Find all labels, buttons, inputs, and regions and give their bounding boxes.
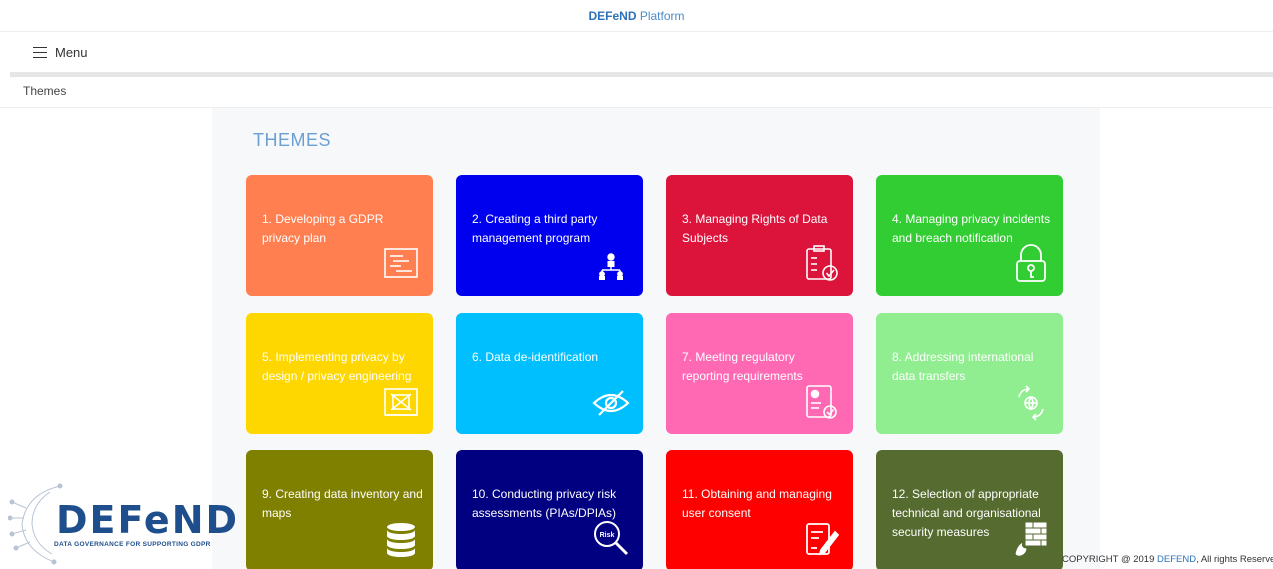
theme-tile-2[interactable]: 2. Creating a third party management pro… (456, 175, 643, 296)
theme-tile-8[interactable]: 8. Addressing international data transfe… (876, 313, 1063, 434)
copyright-suffix: , All rights Reserve (1196, 554, 1273, 565)
org-chart-icon (591, 243, 631, 283)
menu-label: Menu (55, 44, 88, 60)
hamburger-icon (33, 46, 47, 58)
firewall-icon (1011, 518, 1051, 558)
globe-transfer-icon (1011, 381, 1051, 421)
platform-title-bold: DEFeND (588, 9, 637, 23)
theme-tile-7[interactable]: 7. Meeting regulatory reporting requirem… (666, 313, 853, 434)
breadcrumb-current: Themes (23, 84, 67, 98)
theme-tile-9[interactable]: 9. Creating data inventory and maps (246, 450, 433, 569)
theme-tile-4[interactable]: 4. Managing privacy incidents and breach… (876, 175, 1063, 296)
breadcrumb: Themes (0, 77, 1273, 108)
logo-tagline: DATA GOVERNANCE FOR SUPPORTING GDPR (54, 541, 211, 548)
page-title: THEMES (253, 130, 332, 150)
plan-icon (381, 243, 421, 283)
copyright-footer: COPYRIGHT @ 2019 DEFEND, All rights Rese… (1062, 554, 1273, 565)
theme-tile-label: 6. Data de-identification (472, 350, 599, 364)
database-icon (381, 518, 421, 558)
theme-tile-10[interactable]: 10. Conducting privacy risk assessments … (456, 450, 643, 569)
padlock-icon (1011, 243, 1051, 283)
platform-title: DEFeND Platform (588, 9, 684, 23)
copyright-prefix: COPYRIGHT @ 2019 (1062, 554, 1157, 565)
theme-tile-12[interactable]: 12. Selection of appropriate technical a… (876, 450, 1063, 569)
platform-title-rest: Platform (636, 9, 685, 23)
footer-defend-link[interactable]: DEFEND (1157, 554, 1196, 565)
risk-icon-text: Risk (600, 532, 615, 539)
theme-tile-1[interactable]: 1. Developing a GDPR privacy plan (246, 175, 433, 296)
blueprint-icon (381, 381, 421, 421)
theme-tile-6[interactable]: 6. Data de-identification (456, 313, 643, 434)
consent-sign-icon (801, 518, 841, 558)
logo-wordmark: DEFeND (56, 498, 240, 542)
theme-tile-11[interactable]: 11. Obtaining and managing user consent (666, 450, 853, 569)
risk-magnifier-icon: Risk (591, 518, 631, 558)
theme-tile-3[interactable]: 3. Managing Rights of Data Subjects (666, 175, 853, 296)
menu-bar: Menu (0, 32, 1273, 72)
defend-logo: DEFeND DATA GOVERNANCE FOR SUPPORTING GD… (8, 478, 240, 568)
top-header: DEFeND Platform (0, 0, 1273, 32)
theme-tile-5[interactable]: 5. Implementing privacy by design / priv… (246, 313, 433, 434)
report-check-icon (801, 381, 841, 421)
menu-button[interactable]: Menu (33, 43, 88, 61)
clipboard-check-icon (801, 243, 841, 283)
eye-slash-icon (591, 381, 631, 421)
